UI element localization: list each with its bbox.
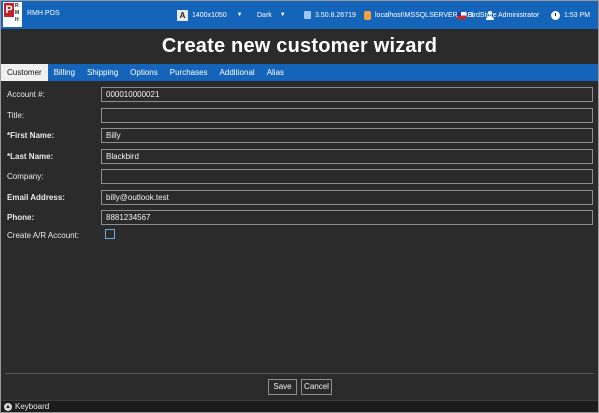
user-label: Administrator — [498, 11, 540, 19]
user-info[interactable]: Administrator — [485, 9, 539, 21]
create-ar-label: Create A/R Account: — [7, 231, 80, 240]
title-label: Title: — [7, 111, 25, 120]
tab-customer[interactable]: Customer — [1, 64, 48, 81]
keyboard-toggle[interactable]: ▲ Keyboard — [1, 400, 598, 412]
first-name-row: *First Name: Billy — [1, 128, 598, 143]
phone-label: Phone: — [7, 213, 35, 222]
last-name-label: *Last Name: — [7, 152, 54, 161]
app-logo: P R M H — [3, 2, 22, 27]
resolution-label: 1400x1050 — [192, 11, 227, 19]
logo-letter-r: R — [15, 3, 19, 9]
flag-icon — [457, 11, 466, 19]
tab-bar: Customer Billing Shipping Options Purcha… — [1, 64, 598, 81]
cancel-button[interactable]: Cancel — [301, 379, 332, 395]
tab-additional[interactable]: Additional — [214, 64, 261, 81]
register-info: 1 — [457, 9, 474, 21]
version-info: 3.50.8.26719 — [304, 9, 356, 21]
clock-icon — [551, 10, 560, 20]
version-icon — [304, 11, 311, 19]
tab-options[interactable]: Options — [124, 64, 164, 81]
company-field[interactable] — [101, 169, 593, 184]
database-info: localhost\MSSQLSERVER01\BirdStore — [364, 9, 497, 21]
chevron-down-icon: ▼ — [236, 12, 243, 18]
logo-letter-h: H — [15, 17, 19, 23]
logo-letter-m: M — [15, 10, 20, 16]
email-row: Email Address: billy@outlook.test — [1, 190, 598, 205]
page-title: Create new customer wizard — [161, 35, 438, 57]
resolution-selector[interactable]: A 1400x1050 ▼ — [177, 9, 243, 21]
tab-purchases[interactable]: Purchases — [164, 64, 214, 81]
create-ar-row: Create A/R Account: — [1, 228, 598, 243]
email-label: Email Address: — [7, 193, 65, 202]
email-field[interactable]: billy@outlook.test — [101, 190, 593, 205]
account-number-field[interactable]: 000010000021 — [101, 87, 593, 102]
account-row: Account #: 000010000021 — [1, 87, 598, 102]
company-label: Company: — [7, 172, 44, 181]
clock-info: 1:53 PM — [551, 9, 590, 21]
tab-billing[interactable]: Billing — [48, 64, 81, 81]
create-ar-checkbox[interactable] — [105, 229, 115, 239]
theme-selector[interactable]: Dark ▼ — [257, 9, 286, 21]
app-window: P R M H RMH POS A 1400x1050 ▼ Dark ▼ 3.5… — [0, 0, 599, 413]
theme-label: Dark — [257, 11, 272, 19]
customer-form: Account #: 000010000021 Title: *First Na… — [1, 81, 598, 373]
first-name-field[interactable]: Billy — [101, 128, 593, 143]
logo-letter-p: P — [4, 3, 14, 17]
tab-shipping[interactable]: Shipping — [81, 64, 124, 81]
time-label: 1:53 PM — [564, 11, 591, 19]
account-label: Account #: — [7, 90, 45, 99]
phone-row: Phone: 8881234567 — [1, 210, 598, 225]
last-name-row: *Last Name: Blackbird — [1, 149, 598, 164]
keyboard-label: Keyboard — [15, 402, 50, 411]
last-name-field[interactable]: Blackbird — [101, 149, 593, 164]
user-icon — [485, 10, 494, 20]
top-bar: P R M H RMH POS A 1400x1050 ▼ Dark ▼ 3.5… — [1, 1, 598, 29]
company-row: Company: — [1, 169, 598, 184]
tab-alias[interactable]: Alias — [261, 64, 290, 81]
title-row: Title: — [1, 108, 598, 123]
font-size-icon: A — [177, 9, 188, 21]
app-name: RMH POS — [27, 10, 60, 17]
database-label: localhost\MSSQLSERVER01\BirdStore — [375, 11, 497, 19]
chevron-up-icon: ▲ — [4, 402, 12, 411]
register-label: 1 — [470, 11, 474, 19]
database-icon — [364, 10, 371, 20]
version-label: 3.50.8.26719 — [315, 11, 356, 19]
title-field[interactable] — [101, 108, 593, 123]
chevron-down-icon: ▼ — [279, 12, 286, 18]
first-name-label: *First Name: — [7, 131, 55, 140]
save-button[interactable]: Save — [268, 379, 297, 395]
phone-field[interactable]: 8881234567 — [101, 210, 593, 225]
footer-divider — [5, 373, 594, 374]
